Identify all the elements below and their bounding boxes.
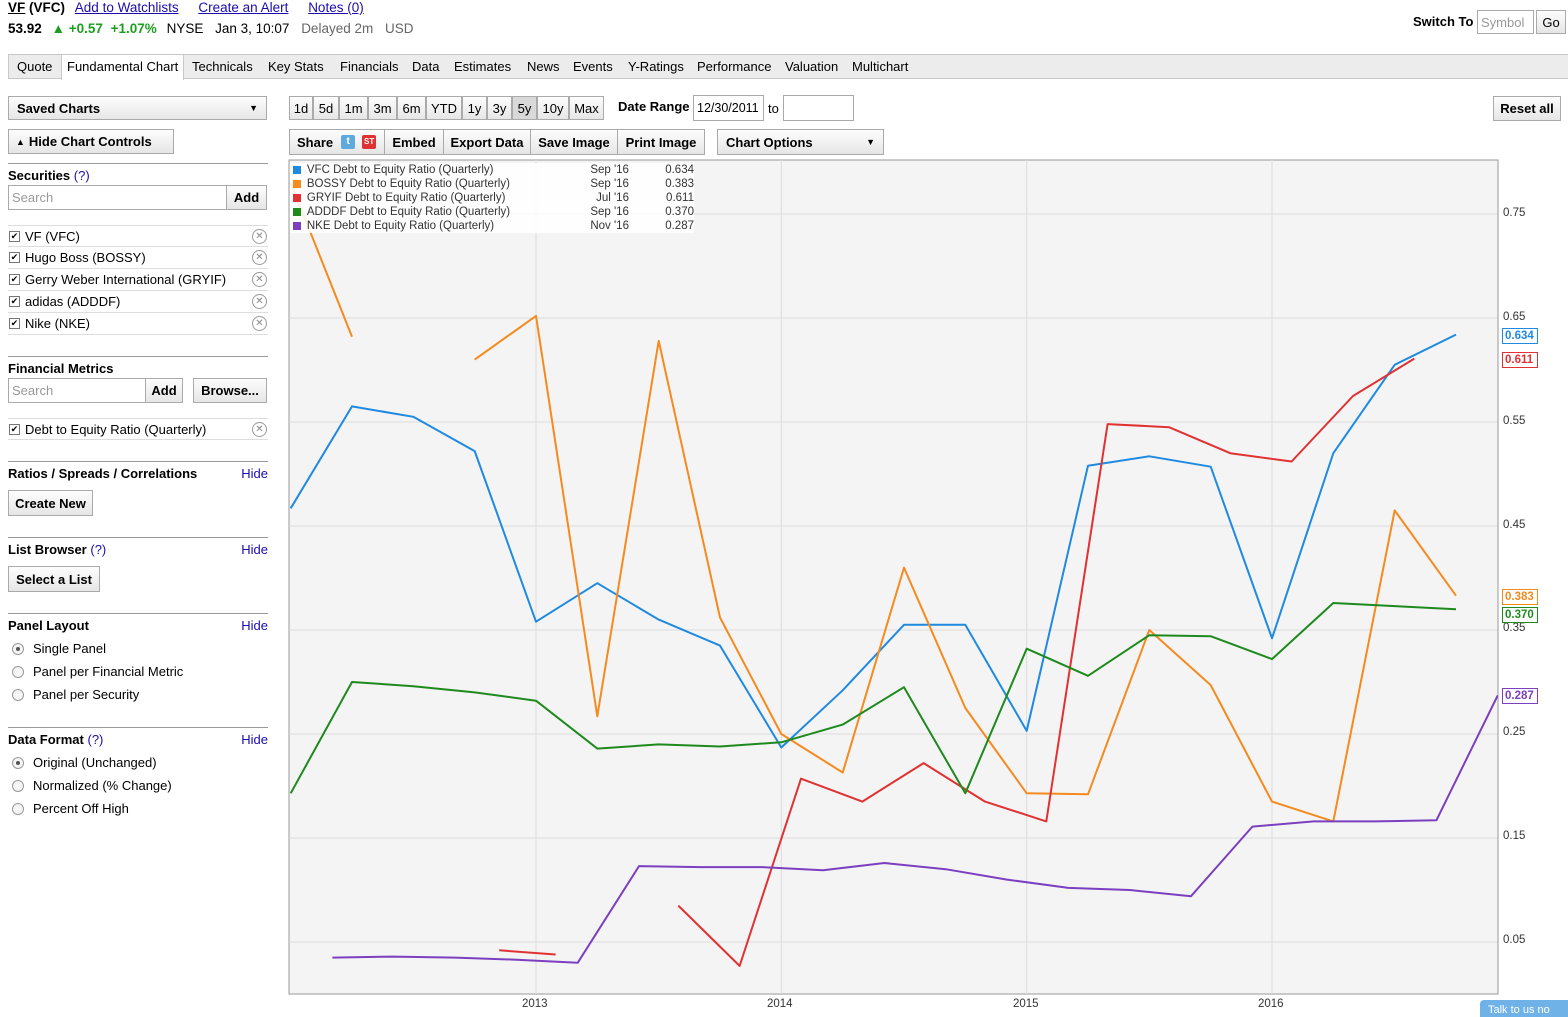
last-value-tag: 0.287 <box>1502 688 1538 704</box>
last-value-tag: 0.370 <box>1502 607 1538 623</box>
fundamental-chart[interactable] <box>0 0 1568 1017</box>
y-tick-label: 0.05 <box>1503 934 1526 946</box>
x-tick-label: 2013 <box>522 998 548 1010</box>
y-tick-label: 0.15 <box>1503 830 1526 842</box>
y-tick-label: 0.45 <box>1503 519 1526 531</box>
legend-swatch <box>293 222 301 230</box>
legend-swatch <box>293 194 301 202</box>
chart-legend: VFC Debt to Equity Ratio (Quarterly) Sep … <box>290 163 694 233</box>
legend-value: 0.370 <box>665 206 694 218</box>
chat-widget[interactable]: Talk to us no <box>1480 1000 1568 1017</box>
legend-name: BOSSY Debt to Equity Ratio (Quarterly) <box>306 178 510 190</box>
y-tick-label: 0.35 <box>1503 622 1526 634</box>
legend-date: Sep '16 <box>590 206 629 218</box>
y-tick-label: 0.55 <box>1503 415 1526 427</box>
last-value-tag: 0.383 <box>1502 589 1538 605</box>
x-tick-label: 2015 <box>1013 998 1039 1010</box>
legend-value: 0.383 <box>665 178 694 190</box>
legend-swatch <box>293 208 301 216</box>
legend-row: ADDDF Debt to Equity Ratio (Quarterly) Se… <box>290 205 694 219</box>
legend-value: 0.287 <box>665 220 694 232</box>
legend-value: 0.611 <box>666 192 694 204</box>
legend-name: GRYIF Debt to Equity Ratio (Quarterly) <box>306 192 506 204</box>
legend-value: 0.634 <box>665 164 694 176</box>
legend-swatch <box>293 180 301 188</box>
x-tick-label: 2016 <box>1258 998 1284 1010</box>
legend-date: Jul '16 <box>596 192 629 204</box>
last-value-tag: 0.634 <box>1502 328 1538 344</box>
legend-row: NKE Debt to Equity Ratio (Quarterly) Nov … <box>290 219 694 233</box>
y-tick-label: 0.25 <box>1503 726 1526 738</box>
y-tick-label: 0.65 <box>1503 311 1526 323</box>
legend-row: GRYIF Debt to Equity Ratio (Quarterly) Ju… <box>290 191 694 205</box>
legend-name: NKE Debt to Equity Ratio (Quarterly) <box>306 220 495 232</box>
legend-date: Nov '16 <box>590 220 629 232</box>
last-value-tag: 0.611 <box>1502 352 1538 368</box>
legend-row: VFC Debt to Equity Ratio (Quarterly) Sep … <box>290 163 694 177</box>
x-tick-label: 2014 <box>767 998 793 1010</box>
legend-name: ADDDF Debt to Equity Ratio (Quarterly) <box>306 206 511 218</box>
y-tick-label: 0.75 <box>1503 207 1526 219</box>
legend-date: Sep '16 <box>590 178 629 190</box>
legend-row: BOSSY Debt to Equity Ratio (Quarterly) Se… <box>290 177 694 191</box>
legend-date: Sep '16 <box>590 164 629 176</box>
legend-name: VFC Debt to Equity Ratio (Quarterly) <box>306 164 494 176</box>
legend-swatch <box>293 166 301 174</box>
plot-area <box>288 159 1499 995</box>
